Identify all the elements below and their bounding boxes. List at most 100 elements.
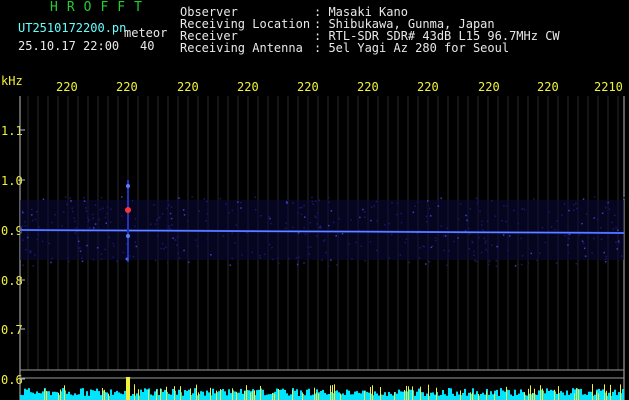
histogram-bar	[440, 395, 442, 400]
histogram-bar	[612, 391, 614, 400]
histogram-bar	[152, 395, 154, 400]
noise-speckle-dot	[496, 245, 498, 248]
noise-speckle-dot	[38, 226, 40, 228]
noise-speckle-dot	[74, 220, 76, 223]
histogram-bar	[426, 393, 428, 400]
histogram-bar	[480, 394, 482, 400]
noise-speckle-dot	[301, 206, 303, 209]
histogram-bar	[344, 395, 346, 400]
noise-speckle-dot	[350, 219, 352, 221]
histogram-bar	[502, 390, 504, 400]
histogram-peak	[46, 391, 47, 400]
noise-speckle-dot	[63, 211, 65, 213]
noise-speckle-dot	[471, 241, 474, 244]
noise-speckle-dot	[186, 220, 189, 223]
histogram-peak	[314, 387, 315, 400]
noise-speckle-dot	[448, 250, 450, 252]
histogram-bar	[584, 394, 586, 400]
histogram-bar	[88, 395, 90, 400]
histogram-bar	[62, 388, 64, 400]
histogram-peak	[540, 385, 541, 400]
noise-speckle-dot	[32, 265, 34, 267]
noise-speckle-dot	[303, 204, 305, 207]
histogram-peak	[408, 386, 409, 400]
noise-speckle-dot	[81, 257, 83, 259]
histogram-peak	[148, 390, 149, 400]
noise-speckle-dot	[489, 260, 491, 262]
histogram-bar	[322, 389, 324, 400]
histogram-bar	[448, 388, 450, 400]
noise-speckle-dot	[94, 204, 97, 206]
noise-speckle-dot	[360, 245, 362, 247]
histogram-bar	[200, 391, 202, 400]
histogram-bar	[450, 388, 452, 400]
noise-speckle-dot	[77, 240, 80, 243]
histogram-bar	[42, 391, 44, 400]
histogram-bar	[336, 390, 338, 400]
noise-speckle-dot	[579, 234, 581, 236]
noise-speckle-dot	[153, 204, 155, 206]
histogram-bar	[226, 395, 228, 400]
noise-speckle-dot	[600, 238, 603, 241]
histogram-bar	[264, 395, 266, 400]
noise-speckle-dot	[506, 205, 508, 207]
histogram-bar	[48, 391, 50, 400]
histogram-bar	[276, 388, 278, 400]
noise-speckle-dot	[561, 214, 563, 216]
histogram-peak	[216, 390, 217, 400]
histogram-bar	[178, 389, 180, 400]
histogram-peak	[180, 386, 181, 400]
noise-speckle-dot	[191, 196, 193, 198]
histogram-bar	[514, 389, 516, 400]
histogram-bar	[430, 392, 432, 400]
noise-speckle-dot	[309, 221, 312, 224]
noise-speckle-dot	[77, 247, 80, 249]
noise-speckle-dot	[615, 241, 617, 244]
noise-speckle-dot	[297, 261, 300, 263]
noise-speckle-dot	[277, 257, 279, 260]
histogram-bar	[78, 394, 80, 400]
histogram-peak	[530, 385, 531, 400]
noise-speckle-dot	[363, 211, 366, 213]
histogram-bar	[122, 394, 124, 400]
noise-speckle-dot	[414, 205, 416, 207]
noise-speckle-dot	[530, 252, 532, 255]
noise-speckle-dot	[72, 210, 74, 213]
histogram-bar	[140, 389, 142, 400]
histogram-bar	[568, 394, 570, 400]
noise-speckle-dot	[479, 210, 481, 213]
histogram-bar	[378, 395, 380, 400]
noise-speckle-dot	[154, 223, 157, 225]
noise-speckle-dot	[503, 205, 505, 207]
histogram-peak	[486, 391, 487, 400]
noise-speckle-dot	[116, 260, 118, 262]
noise-speckle-dot	[443, 235, 445, 237]
histogram-bar	[268, 394, 270, 400]
noise-speckle-dot	[27, 236, 29, 239]
noise-speckle-dot	[167, 227, 169, 229]
noise-speckle-dot	[457, 237, 459, 239]
histogram-peak	[528, 388, 529, 400]
noise-speckle-dot	[74, 232, 77, 234]
histogram-bar	[92, 390, 94, 400]
histogram-bar	[32, 392, 34, 400]
meteor-echo-dot	[126, 184, 130, 188]
histogram-bar	[538, 390, 540, 400]
noise-speckle-dot	[284, 227, 287, 229]
histogram-bar	[208, 392, 210, 400]
noise-speckle-dot	[94, 223, 97, 225]
noise-speckle-dot	[341, 233, 344, 235]
histogram-bar	[438, 395, 440, 400]
histogram-bar	[418, 388, 420, 400]
histogram-bar	[212, 388, 214, 400]
histogram-peak	[160, 388, 161, 400]
histogram-peak	[274, 394, 275, 400]
histogram-bar	[510, 394, 512, 400]
noise-speckle-dot	[134, 225, 136, 227]
noise-speckle-dot	[176, 244, 178, 246]
histogram-bar	[280, 389, 282, 400]
noise-speckle-dot	[616, 248, 618, 250]
noise-speckle-dot	[37, 233, 39, 236]
noise-speckle-dot	[459, 203, 462, 205]
noise-speckle-dot	[121, 196, 123, 198]
